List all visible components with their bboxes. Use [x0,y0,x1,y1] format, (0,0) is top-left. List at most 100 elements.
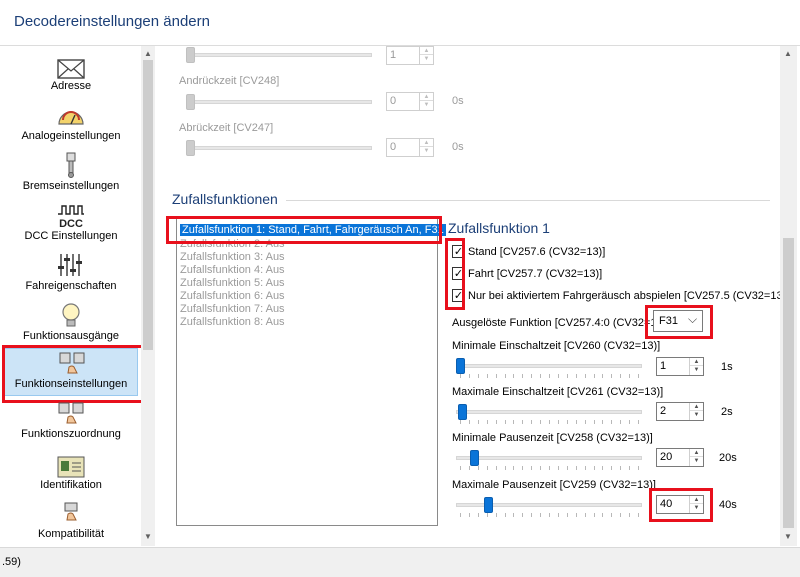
andrueck-unit: 0s [452,95,464,107]
spin-down-icon[interactable]: ▼ [420,101,433,109]
slider-tick [522,420,523,424]
highlight-box-sidebar [2,345,152,403]
slider-tick [594,374,595,378]
slider-tick [594,420,595,424]
list-item[interactable]: Zufallsfunktion 3: Aus [180,251,285,263]
sidebar-item-dcc-einstellungen[interactable]: DCC DCC Einstellungen [2,202,140,252]
spin-up-icon[interactable]: ▲ [690,449,703,457]
slider-tick [549,513,550,517]
spin-up-icon[interactable]: ▲ [420,139,433,147]
min-pause-label: Minimale Pausenzeit [CV258 (CV32=13)] [452,432,653,444]
spin-box-first[interactable]: 1 ▲ ▼ [386,46,434,65]
scroll-up-arrow-icon[interactable]: ▲ [141,47,155,61]
abrueck-unit: 0s [452,141,464,153]
slider-tick [460,420,461,424]
slider-tick [549,420,550,424]
slider-track-max-ein[interactable] [456,410,642,414]
andrueck-label: Andrückzeit [CV248] [179,75,280,87]
slider-track[interactable] [186,100,372,104]
spin-down-icon[interactable]: ▼ [690,366,703,374]
slider-tick [629,420,630,424]
sidebar-item-kompatibilitaet[interactable]: Kompatibilität [2,502,140,552]
slider-tick [576,420,577,424]
section-divider [286,200,770,201]
slider-tick [620,466,621,470]
sidebar-item-bremseinstellungen[interactable]: Bremseinstellungen [2,152,140,202]
min-pause-unit: 20s [719,452,737,464]
slider-tick [469,420,470,424]
spin-up-icon[interactable]: ▲ [420,93,433,101]
abrueck-spin[interactable]: 0 ▲ ▼ [386,138,434,157]
sliders-icon [58,254,82,276]
slider-thumb-max-pause[interactable] [484,497,493,513]
spin-up-icon[interactable]: ▲ [690,358,703,366]
max-ein-spin[interactable]: 2 ▲ ▼ [656,402,704,421]
slider-tick [496,420,497,424]
slider-thumb-max-ein[interactable] [458,404,467,420]
spin-down-icon[interactable]: ▼ [690,411,703,419]
spin-up-icon[interactable]: ▲ [690,403,703,411]
slider-tick [576,374,577,378]
sidebar-item-fahreigenschaften[interactable]: Fahreigenschaften [2,252,140,302]
list-item[interactable]: Zufallsfunktion 5: Aus [180,277,285,289]
main-scrollbar-thumb[interactable] [783,238,794,528]
scroll-down-arrow-icon[interactable]: ▼ [141,530,155,544]
slider-track[interactable] [186,53,372,57]
spin-value: 1 [390,49,397,61]
slider-tick [460,513,461,517]
slider-track-min-pause[interactable] [456,456,642,460]
slider-thumb[interactable] [186,140,195,156]
slider-tick [469,513,470,517]
abrueck-label: Abrückzeit [CV247] [179,122,274,134]
slider-tick [602,374,603,378]
slider-tick [585,420,586,424]
sidebar-item-label: Adresse [50,80,92,92]
spin-buttons: ▲ ▼ [689,403,703,420]
slider-tick [629,374,630,378]
list-item[interactable]: Zufallsfunktion 4: Aus [180,264,285,276]
slider-thumb-min-pause[interactable] [470,450,479,466]
slider-tick [513,420,514,424]
spin-down-icon[interactable]: ▼ [690,457,703,465]
slider-thumb[interactable] [186,47,195,63]
slider-tick [531,513,532,517]
slider-ticks [456,374,642,378]
slider-tick [585,513,586,517]
list-item[interactable]: Zufallsfunktion 6: Aus [180,290,285,302]
slider-track-min-ein[interactable] [456,364,642,368]
sidebar-item-analogeinstellungen[interactable]: Analogeinstellungen [2,102,140,152]
spin-down-icon[interactable]: ▼ [420,147,433,155]
window-title: Decodereinstellungen ändern [14,13,210,30]
sidebar-item-adresse[interactable]: Adresse [2,52,140,102]
scroll-up-arrow-icon[interactable]: ▲ [781,47,795,61]
sidebar-scrollbar-thumb[interactable] [143,60,153,350]
zufallsfunktion-list[interactable]: Zufallsfunktion 1: Stand, Fahrt, Fahrger… [176,218,446,526]
min-ein-spin[interactable]: 1 ▲ ▼ [656,357,704,376]
max-ein-unit: 2s [721,406,733,418]
slider-tick [558,420,559,424]
sidebar-item-identifikation[interactable]: Identifikation [2,452,140,502]
min-pause-spin[interactable]: 20 ▲ ▼ [656,448,704,467]
spin-up-icon[interactable]: ▲ [420,47,433,55]
spin-down-icon[interactable]: ▼ [420,55,433,63]
list-item[interactable]: Zufallsfunktion 7: Aus [180,303,285,315]
slider-tick [620,513,621,517]
slider-tick [629,513,630,517]
slider-thumb[interactable] [186,94,195,110]
list-item[interactable]: Zufallsfunktion 8: Aus [180,316,285,328]
id-card-icon [57,456,85,478]
scroll-down-arrow-icon[interactable]: ▼ [781,530,795,544]
slider-tick [478,466,479,470]
slider-tick [549,374,550,378]
andrueck-spin[interactable]: 0 ▲ ▼ [386,92,434,111]
slider-tick [585,466,586,470]
highlight-box-dropdown [645,305,713,339]
slider-tick [469,374,470,378]
slider-track[interactable] [186,146,372,150]
section-title-zufallsfunktionen: Zufallsfunktionen [172,191,278,207]
sidebar-item-funktionszuordnung[interactable]: Funktionszuordnung [2,402,140,452]
dcc-icon: DCC [58,205,84,230]
checkbox-stand-label: Stand [CV257.6 (CV32=13)] [468,246,606,258]
highlight-box-checkboxes [445,238,465,310]
slider-thumb-min-ein[interactable] [456,358,465,374]
